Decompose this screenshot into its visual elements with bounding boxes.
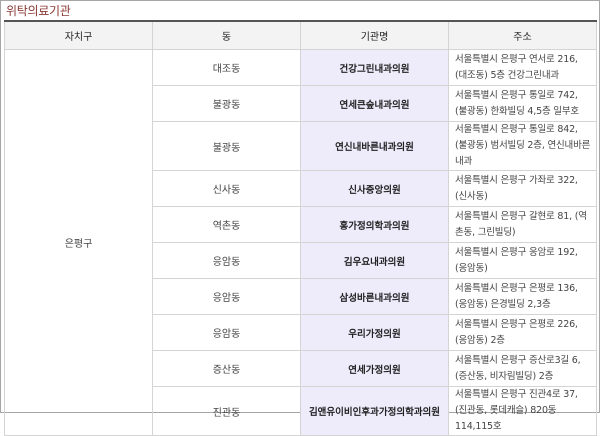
dong-cell: 역촌동: [152, 206, 301, 243]
clinic-name-cell: 신사중앙의원: [300, 170, 449, 207]
address-cell: 서울특별시 은평구 진관4로 37, (진관동, 롯데캐슬) 820동 114,…: [448, 386, 597, 436]
dong-cell: 진관동: [152, 386, 301, 436]
address-cell: 서울특별시 은평구 은평로 136, (응암동) 은경빌딩 2,3층: [448, 278, 597, 315]
table-row: 은평구 대조동 건강그린내과의원 서울특별시 은평구 연서로 216, (대조동…: [4, 49, 597, 436]
table-header-row: 자치구 동 기관명 주소: [4, 20, 597, 50]
district-cell: 은평구: [4, 49, 153, 436]
dong-cell: 신사동: [152, 170, 301, 207]
address-cell: 서울특별시 은평구 증산로3길 6, (증산동, 비자림빌딩) 2층: [448, 350, 597, 387]
clinic-name-cell: 삼성바른내과의원: [300, 278, 449, 315]
header-address: 주소: [448, 20, 597, 50]
dong-cell: 대조동: [152, 49, 301, 86]
dong-cell: 증산동: [152, 350, 301, 387]
clinic-name-cell: 연신내바른내과의원: [300, 121, 449, 171]
header-district: 자치구: [4, 20, 153, 50]
clinic-name-cell: 홍가정의학과의원: [300, 206, 449, 243]
dong-cell: 응암동: [152, 242, 301, 279]
clinic-name-cell: 김우요내과의원: [300, 242, 449, 279]
address-cell: 서울특별시 은평구 응암로 192, (응암동): [448, 242, 597, 279]
address-cell: 서울특별시 은평구 통일로 742, (불광동) 한화빌딩 4,5층 일부호: [448, 85, 597, 122]
address-cell: 서울특별시 은평구 연서로 216, (대조동) 5층 건강그린내과: [448, 49, 597, 86]
address-cell: 서울특별시 은평구 통일로 842, (불광동) 범서빌딩 2층, 연신내바른내…: [448, 121, 597, 171]
address-cell: 서울특별시 은평구 갈현로 81, (역촌동, 그린빌딩): [448, 206, 597, 243]
clinic-name-cell: 건강그린내과의원: [300, 49, 449, 86]
dong-cell: 불광동: [152, 85, 301, 122]
header-dong: 동: [152, 20, 301, 50]
clinic-name-cell: 연세가정의원: [300, 350, 449, 387]
section-title: 위탁의료기관: [6, 4, 71, 18]
clinic-name-cell: 연세큰숲내과의원: [300, 85, 449, 122]
clinic-name-cell: 김앤유이비인후과가정의학과의원: [300, 386, 449, 436]
address-cell: 서울특별시 은평구 은평로 226, (응암동) 2층: [448, 314, 597, 351]
address-cell: 서울특별시 은평구 가좌로 322, (신사동): [448, 170, 597, 207]
clinic-table: 자치구 동 기관명 주소 은평구 대조동 건강그린내과의원 서울특별시 은평구 …: [4, 20, 597, 436]
dong-cell: 불광동: [152, 121, 301, 171]
dong-cell: 응암동: [152, 314, 301, 351]
dong-cell: 응암동: [152, 278, 301, 315]
clinic-name-cell: 우리가정의원: [300, 314, 449, 351]
header-name: 기관명: [300, 20, 449, 50]
